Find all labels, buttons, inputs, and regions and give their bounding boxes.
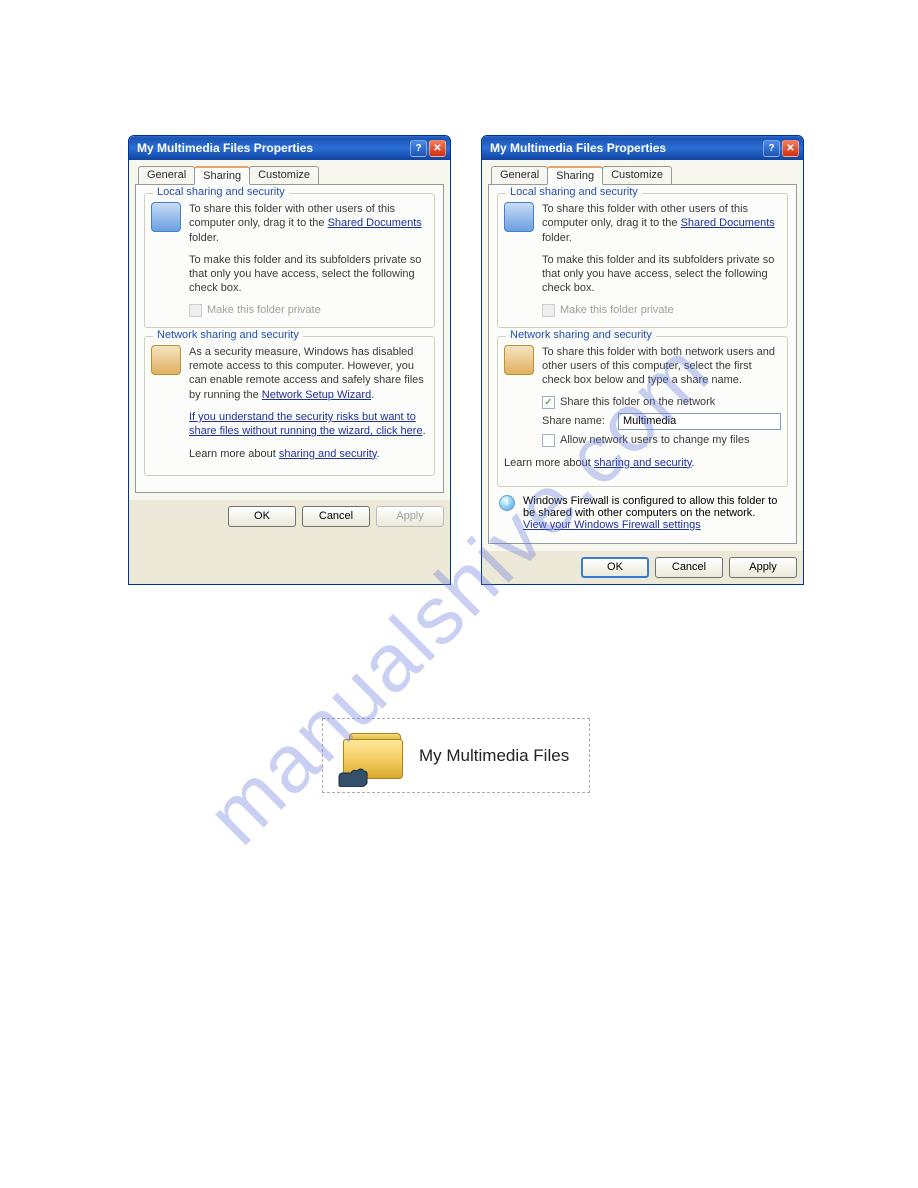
titlebar-buttons: ? ✕: [410, 140, 446, 157]
tab-panel-left: Local sharing and security To share this…: [135, 184, 444, 493]
sharing-security-link[interactable]: sharing and security: [279, 448, 377, 460]
computer-icon: [151, 202, 181, 232]
title-text: My Multimedia Files Properties: [137, 141, 410, 155]
share-name-row: Share name:: [542, 413, 781, 430]
shared-folder-icon: [343, 731, 405, 781]
private-checkbox: [189, 304, 202, 317]
dialog-left: My Multimedia Files Properties ? ✕ Gener…: [128, 135, 451, 585]
dialog-body-left: General Sharing Customize Local sharing …: [129, 160, 450, 500]
learn-a-right: Learn more about: [504, 457, 594, 469]
network-line1: As a security measure, Windows has disab…: [189, 345, 428, 402]
learn-row-left: Learn more about sharing and security.: [189, 447, 428, 461]
dialog-right: My Multimedia Files Properties ? ✕ Gener…: [481, 135, 804, 585]
titlebar-buttons-right: ? ✕: [763, 140, 799, 157]
ok-button[interactable]: OK: [228, 506, 296, 527]
share-folder-label: Share this folder on the network: [560, 396, 715, 408]
tabs-right: General Sharing Customize: [491, 166, 797, 185]
group-network-left: Network sharing and security As a securi…: [144, 336, 435, 476]
private-checkbox: [542, 304, 555, 317]
share-checkbox-row: ✓ Share this folder on the network: [542, 396, 781, 409]
share-name-input[interactable]: [618, 413, 781, 430]
shared-documents-link[interactable]: Shared Documents: [328, 217, 422, 229]
learn-b: .: [377, 448, 380, 460]
title-text-right: My Multimedia Files Properties: [490, 141, 763, 155]
local-line1b: folder.: [189, 232, 219, 244]
local-line2: To make this folder and its subfolders p…: [189, 253, 428, 296]
close-button[interactable]: ✕: [429, 140, 446, 157]
network-line1-right: To share this folder with both network u…: [542, 345, 781, 388]
shared-documents-link[interactable]: Shared Documents: [681, 217, 775, 229]
learn-row-right: Learn more about sharing and security.: [504, 457, 781, 469]
group-local-title-right: Local sharing and security: [506, 186, 642, 198]
network-icon: [151, 345, 181, 375]
allow-change-label: Allow network users to change my files: [560, 434, 750, 446]
firewall-info-row: i Windows Firewall is configured to allo…: [499, 495, 786, 531]
titlebar-right: My Multimedia Files Properties ? ✕: [482, 136, 803, 160]
computer-icon: [504, 202, 534, 232]
dialog-buttons-left: OK Cancel Apply: [129, 500, 450, 533]
group-local-left: Local sharing and security To share this…: [144, 193, 435, 328]
group-local-title: Local sharing and security: [153, 186, 289, 198]
tab-customize[interactable]: Customize: [602, 166, 672, 185]
tab-general[interactable]: General: [491, 166, 548, 185]
share-name-label: Share name:: [542, 415, 612, 427]
help-button[interactable]: ?: [763, 140, 780, 157]
network-wizard-link[interactable]: Network Setup Wizard: [262, 389, 371, 401]
cancel-button[interactable]: Cancel: [655, 557, 723, 578]
local-line2-right: To make this folder and its subfolders p…: [542, 253, 781, 296]
network-link2b: .: [423, 425, 426, 437]
firewall-settings-link[interactable]: View your Windows Firewall settings: [523, 519, 701, 531]
sharing-security-link[interactable]: sharing and security: [594, 457, 692, 469]
group-local-right: Local sharing and security To share this…: [497, 193, 788, 328]
tab-panel-right: Local sharing and security To share this…: [488, 184, 797, 544]
close-button[interactable]: ✕: [782, 140, 799, 157]
allow-change-checkbox[interactable]: [542, 434, 555, 447]
apply-button: Apply: [376, 506, 444, 527]
private-checkbox-row-right: Make this folder private: [542, 304, 781, 317]
cancel-button[interactable]: Cancel: [302, 506, 370, 527]
dialog-body-right: General Sharing Customize Local sharing …: [482, 160, 803, 551]
dialogs-row: My Multimedia Files Properties ? ✕ Gener…: [128, 135, 804, 585]
dialog-buttons-right: OK Cancel Apply: [482, 551, 803, 584]
shared-folder-box: My Multimedia Files: [322, 718, 590, 793]
allow-change-row: Allow network users to change my files: [542, 434, 781, 447]
learn-b-right: .: [692, 457, 695, 469]
shared-folder-label: My Multimedia Files: [419, 746, 569, 766]
private-checkbox-label: Make this folder private: [560, 304, 674, 316]
tab-general[interactable]: General: [138, 166, 195, 185]
private-checkbox-label: Make this folder private: [207, 304, 321, 316]
tab-sharing[interactable]: Sharing: [547, 166, 603, 185]
learn-a: Learn more about: [189, 448, 279, 460]
firewall-info-text: Windows Firewall is configured to allow …: [523, 495, 786, 519]
network-risk-link-row: If you understand the security risks but…: [189, 410, 428, 439]
ok-button[interactable]: OK: [581, 557, 649, 578]
share-without-wizard-link[interactable]: If you understand the security risks but…: [189, 411, 423, 437]
titlebar-left: My Multimedia Files Properties ? ✕: [129, 136, 450, 160]
group-network-title: Network sharing and security: [153, 329, 303, 341]
private-checkbox-row: Make this folder private: [189, 304, 428, 317]
group-network-right: Network sharing and security To share th…: [497, 336, 788, 487]
hand-icon: [337, 765, 369, 787]
local-line1-right: To share this folder with other users of…: [542, 202, 781, 245]
tab-customize[interactable]: Customize: [249, 166, 319, 185]
share-folder-checkbox[interactable]: ✓: [542, 396, 555, 409]
network-icon: [504, 345, 534, 375]
tab-sharing[interactable]: Sharing: [194, 166, 250, 185]
group-network-title-right: Network sharing and security: [506, 329, 656, 341]
info-icon: i: [499, 495, 515, 511]
local-line1: To share this folder with other users of…: [189, 202, 428, 245]
local-line1b-right: folder.: [542, 232, 572, 244]
tabs-left: General Sharing Customize: [138, 166, 444, 185]
network-line1b: .: [371, 389, 374, 401]
apply-button[interactable]: Apply: [729, 557, 797, 578]
help-button[interactable]: ?: [410, 140, 427, 157]
firewall-info-text-block: Windows Firewall is configured to allow …: [523, 495, 786, 531]
